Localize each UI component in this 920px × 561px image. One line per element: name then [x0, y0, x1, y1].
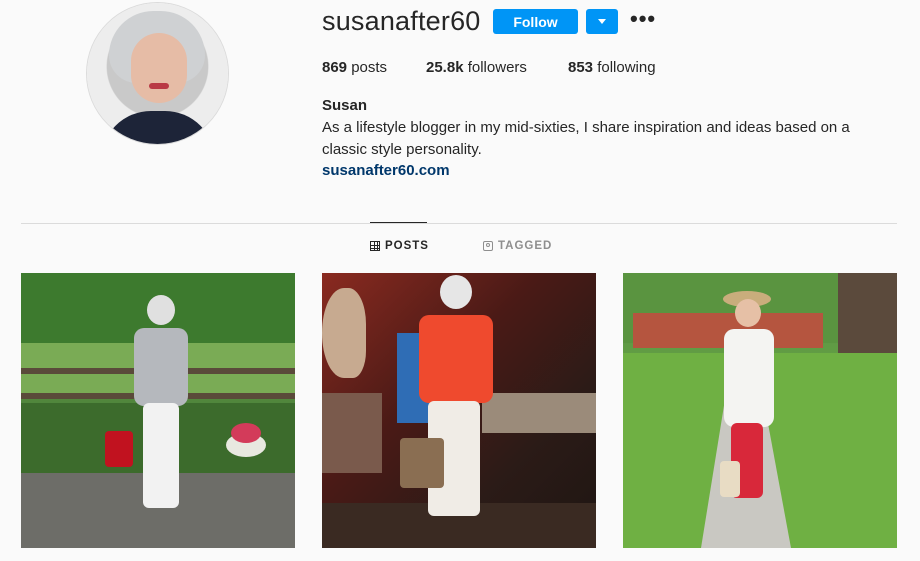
red-handbag	[105, 431, 133, 467]
tab-tagged[interactable]: TAGGED	[483, 240, 552, 252]
post-thumbnail-2[interactable]	[322, 273, 596, 548]
following-count: 853	[568, 59, 594, 76]
figure-head	[735, 299, 761, 327]
tabs-divider	[21, 223, 897, 224]
pink-flowers	[231, 423, 261, 443]
red-cardigan	[419, 315, 493, 403]
suggested-dropdown-button[interactable]	[586, 9, 618, 34]
avatar-lips	[149, 83, 169, 89]
tab-posts-label: POSTS	[385, 240, 429, 252]
white-tunic	[724, 329, 774, 427]
post-thumbnail-1[interactable]	[21, 273, 295, 548]
stone-decor	[322, 288, 366, 378]
tag-icon	[483, 241, 493, 251]
figure-head	[440, 275, 472, 309]
avatar-face	[131, 33, 187, 103]
profile-website-link[interactable]: susanafter60.com	[322, 162, 450, 179]
follow-button[interactable]: Follow	[493, 9, 578, 34]
figure-head	[147, 295, 175, 325]
following-stat[interactable]: 853 following	[568, 59, 656, 76]
handbag	[400, 438, 444, 488]
grey-blazer	[134, 328, 188, 406]
active-tab-indicator	[370, 222, 427, 223]
more-options-icon[interactable]: •••	[630, 8, 656, 30]
profile-avatar[interactable]	[87, 3, 228, 144]
grid-icon	[370, 241, 380, 251]
white-pants	[143, 403, 179, 508]
avatar-coat	[101, 111, 215, 144]
posts-stat: 869 posts	[322, 59, 387, 76]
followers-count: 25.8k	[426, 59, 464, 76]
posts-count: 869	[322, 59, 348, 76]
chevron-down-icon	[598, 19, 606, 24]
tile-wall	[322, 393, 382, 473]
profile-full-name: Susan	[322, 97, 368, 114]
followers-label: followers	[467, 59, 527, 76]
followers-stat[interactable]: 25.8k followers	[426, 59, 527, 76]
following-label: following	[597, 59, 656, 76]
post-thumbnail-3[interactable]	[623, 273, 897, 548]
profile-bio: As a lifestyle blogger in my mid-sixties…	[322, 119, 850, 158]
posts-label: posts	[351, 59, 388, 76]
profile-username: susanafter60	[322, 6, 481, 36]
tote-bag	[720, 461, 740, 497]
table-top	[482, 393, 596, 433]
tab-tagged-label: TAGGED	[498, 240, 553, 252]
tab-posts[interactable]: POSTS	[370, 240, 429, 252]
